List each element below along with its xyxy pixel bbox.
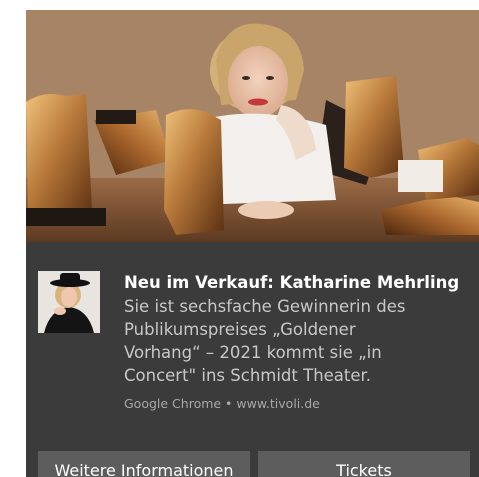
hero-image	[26, 10, 479, 242]
notification-text: Neu im Verkauf: Katharine Mehrling Sie i…	[124, 272, 474, 412]
artist-avatar-image	[38, 271, 100, 333]
notification-title: Neu im Verkauf: Katharine Mehrling	[124, 273, 460, 292]
notification-toast[interactable]: Neu im Verkauf: Katharine Mehrling Sie i…	[26, 10, 479, 477]
tickets-button[interactable]: Tickets	[258, 451, 470, 477]
message-line: Publikumspreises „Goldener	[124, 320, 356, 339]
message-line: Concert" ins Schmidt Theater.	[124, 366, 372, 385]
artist-avatar	[38, 271, 100, 333]
notification-actions: Weitere Informationen Tickets	[38, 451, 470, 477]
notification-message: Sie ist sechsfache Gewinnerin des Publik…	[124, 295, 474, 387]
more-info-button[interactable]: Weitere Informationen	[38, 451, 250, 477]
message-line: Vorhang“ – 2021 kommt sie „in	[124, 343, 382, 362]
hero-photo	[26, 10, 479, 242]
notification-attribution: Google Chrome • www.tivoli.de	[124, 396, 320, 411]
notification-body: Neu im Verkauf: Katharine Mehrling Sie i…	[26, 242, 479, 477]
message-line: Sie ist sechsfache Gewinnerin des	[124, 297, 406, 316]
